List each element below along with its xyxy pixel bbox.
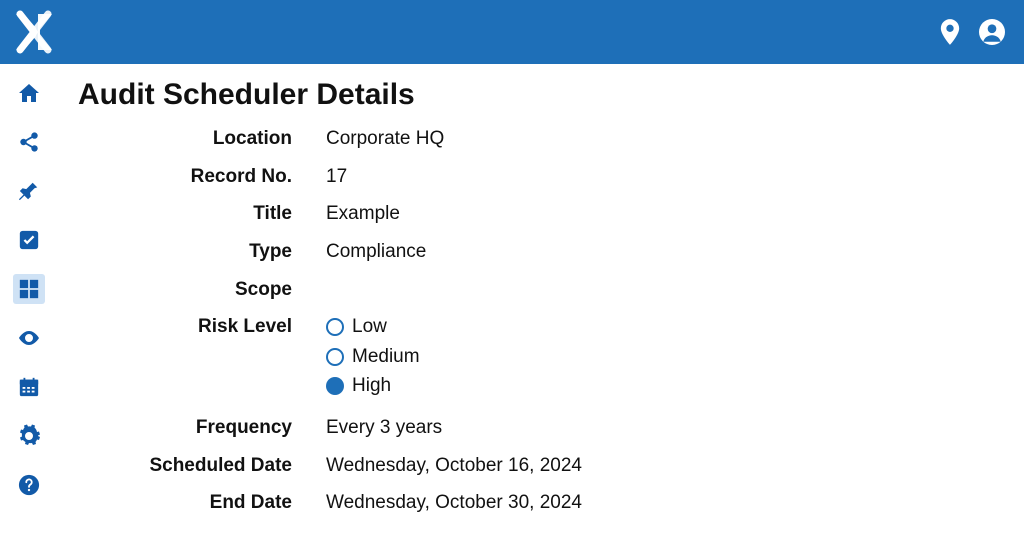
user-account-icon[interactable] bbox=[978, 18, 1006, 46]
value-location: Corporate HQ bbox=[326, 126, 444, 152]
main-layout: Audit Scheduler Details Location Corpora… bbox=[0, 64, 1024, 535]
row-end-date: End Date Wednesday, October 30, 2024 bbox=[78, 490, 1004, 516]
app-header bbox=[0, 0, 1024, 64]
sidebar-item-calendar[interactable] bbox=[13, 372, 45, 402]
label-frequency: Frequency bbox=[78, 415, 326, 441]
label-scope: Scope bbox=[78, 277, 326, 303]
value-type: Compliance bbox=[326, 239, 426, 265]
row-title: Title Example bbox=[78, 201, 1004, 227]
label-record-no: Record No. bbox=[78, 164, 326, 190]
value-record-no: 17 bbox=[326, 164, 347, 190]
sidebar-item-visibility[interactable] bbox=[13, 323, 45, 353]
radio-indicator bbox=[326, 318, 344, 336]
value-end-date: Wednesday, October 30, 2024 bbox=[326, 490, 582, 516]
value-frequency: Every 3 years bbox=[326, 415, 442, 441]
label-location: Location bbox=[78, 126, 326, 152]
row-record-no: Record No. 17 bbox=[78, 164, 1004, 190]
sidebar-item-share[interactable] bbox=[13, 127, 45, 157]
header-actions bbox=[936, 18, 1006, 46]
radio-indicator bbox=[326, 348, 344, 366]
sidebar-item-pin[interactable] bbox=[13, 176, 45, 206]
sidebar bbox=[0, 64, 58, 535]
row-frequency: Frequency Every 3 years bbox=[78, 415, 1004, 441]
radio-indicator bbox=[326, 377, 344, 395]
label-end-date: End Date bbox=[78, 490, 326, 516]
value-scheduled-date: Wednesday, October 16, 2024 bbox=[326, 453, 582, 479]
label-title: Title bbox=[78, 201, 326, 227]
sidebar-item-help[interactable] bbox=[13, 470, 45, 500]
sidebar-item-home[interactable] bbox=[13, 78, 45, 108]
row-scheduled-date: Scheduled Date Wednesday, October 16, 20… bbox=[78, 453, 1004, 479]
location-pin-icon[interactable] bbox=[936, 18, 964, 46]
sidebar-item-dashboard[interactable] bbox=[13, 274, 45, 304]
label-type: Type bbox=[78, 239, 326, 265]
row-location: Location Corporate HQ bbox=[78, 126, 1004, 152]
radio-option-medium[interactable]: Medium bbox=[326, 344, 420, 370]
radio-label-medium: Medium bbox=[352, 344, 420, 370]
radio-label-low: Low bbox=[352, 314, 387, 340]
sidebar-item-checkbox[interactable] bbox=[13, 225, 45, 255]
row-risk-level: Risk Level Low Medium High bbox=[78, 314, 1004, 399]
risk-level-radio-group: Low Medium High bbox=[326, 314, 420, 399]
sidebar-item-settings[interactable] bbox=[13, 421, 45, 451]
value-title: Example bbox=[326, 201, 400, 227]
row-type: Type Compliance bbox=[78, 239, 1004, 265]
row-scope: Scope bbox=[78, 277, 1004, 303]
logo[interactable] bbox=[12, 10, 56, 54]
radio-option-low[interactable]: Low bbox=[326, 314, 420, 340]
radio-label-high: High bbox=[352, 373, 391, 399]
radio-option-high[interactable]: High bbox=[326, 373, 420, 399]
page-title: Audit Scheduler Details bbox=[78, 78, 1004, 112]
label-scheduled-date: Scheduled Date bbox=[78, 453, 326, 479]
label-risk-level: Risk Level bbox=[78, 314, 326, 340]
main-content: Audit Scheduler Details Location Corpora… bbox=[58, 64, 1024, 535]
